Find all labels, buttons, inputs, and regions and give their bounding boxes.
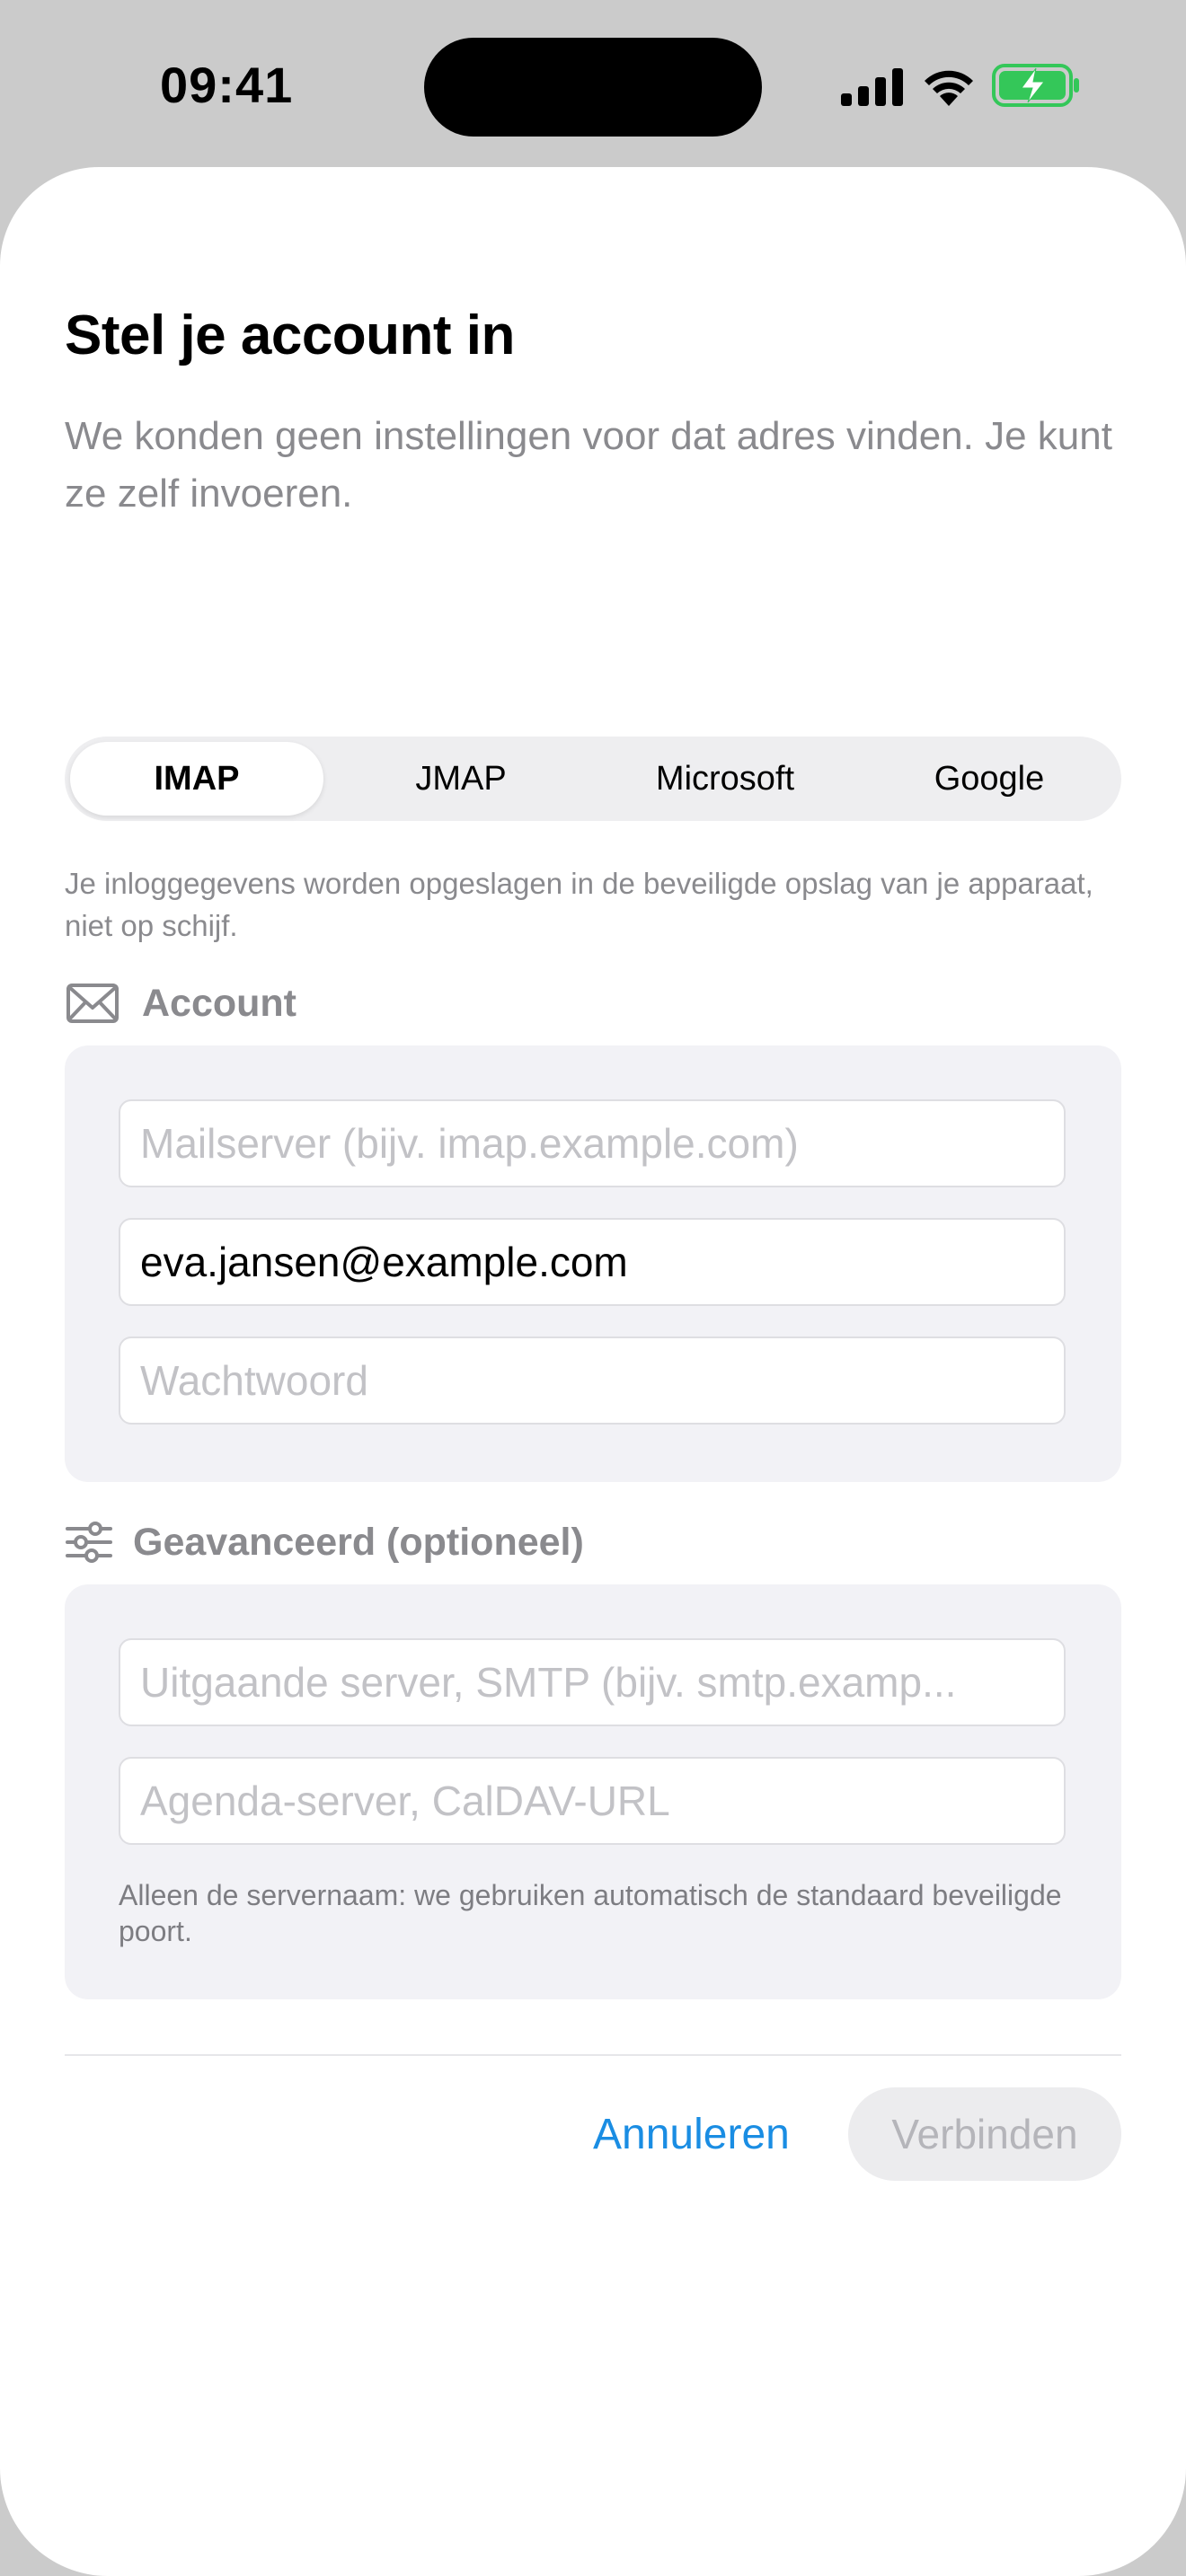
connect-button[interactable]: Verbinden xyxy=(848,2087,1121,2181)
credentials-note: Je inloggegevens worden opgeslagen in de… xyxy=(65,867,1093,942)
cancel-button[interactable]: Annuleren xyxy=(593,2087,790,2181)
tab-jmap[interactable]: JMAP xyxy=(334,742,588,816)
advanced-note: Alleen de servernaam: we gebruiken autom… xyxy=(119,1879,1062,1947)
cellular-signal-icon xyxy=(841,68,903,106)
account-section-title: Account xyxy=(142,981,296,1025)
battery-charging-icon xyxy=(992,64,1079,107)
password-input[interactable] xyxy=(119,1337,1066,1425)
wifi-icon xyxy=(925,70,973,106)
advanced-card: Alleen de servernaam: we gebruiken autom… xyxy=(65,1584,1121,1999)
status-icons xyxy=(839,63,1082,110)
dynamic-island xyxy=(424,38,762,137)
account-section-header: Account xyxy=(65,981,296,1026)
advanced-section-title: Geavanceerd (optioneel) xyxy=(133,1520,584,1564)
status-time: 09:41 xyxy=(160,57,294,113)
caldav-server-input[interactable] xyxy=(119,1757,1066,1845)
account-card xyxy=(65,1045,1121,1482)
actions-divider xyxy=(65,2054,1121,2056)
tab-google[interactable]: Google xyxy=(863,742,1116,816)
tab-imap[interactable]: IMAP xyxy=(70,742,323,816)
status-bar: 09:41 xyxy=(0,0,1186,167)
advanced-section-header: Geavanceerd (optioneel) xyxy=(65,1520,584,1565)
protocol-segmented-control: IMAP JMAP Microsoft Google xyxy=(65,737,1121,821)
mail-server-input[interactable] xyxy=(119,1099,1066,1187)
email-input[interactable] xyxy=(119,1218,1066,1306)
smtp-server-input[interactable] xyxy=(119,1638,1066,1726)
page-subtitle: We konden geen instellingen voor dat adr… xyxy=(65,414,1112,516)
sliders-icon xyxy=(66,1522,112,1563)
tab-microsoft[interactable]: Microsoft xyxy=(598,742,852,816)
envelope-icon xyxy=(66,984,119,1023)
page-title: Stel je account in xyxy=(65,304,515,366)
